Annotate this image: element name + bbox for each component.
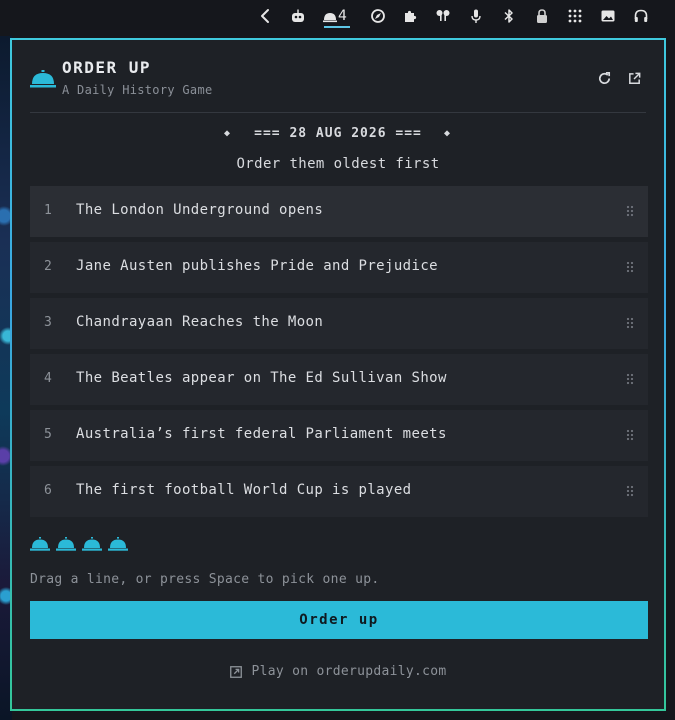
compass-icon[interactable]	[368, 6, 388, 26]
service-bell-tab-button[interactable]: 4	[322, 6, 352, 26]
lives-remaining	[30, 537, 128, 551]
drag-handle-icon[interactable]	[626, 261, 634, 273]
life-bell-icon	[82, 537, 102, 551]
lock-icon[interactable]	[532, 6, 552, 26]
refresh-button[interactable]	[594, 68, 614, 88]
image-icon[interactable]	[598, 6, 618, 26]
instruction-text: Order them oldest first	[236, 156, 440, 172]
diamond-ornament-right: ◆	[444, 128, 451, 139]
event-row[interactable]: 4 The Beatles appear on The Ed Sullivan …	[30, 354, 648, 405]
event-row[interactable]: 2 Jane Austen publishes Pride and Prejud…	[30, 242, 648, 293]
event-text: Chandrayaan Reaches the Moon	[76, 314, 324, 330]
event-text: The first football World Cup is played	[76, 482, 412, 498]
event-number: 1	[44, 203, 52, 218]
order-up-button[interactable]: Order up	[30, 601, 648, 639]
app-title: ORDER UP	[62, 58, 152, 77]
event-row[interactable]: 6 The first football World Cup is played	[30, 466, 648, 517]
browser-toolbar: 4	[0, 0, 675, 34]
active-tab-count: 4	[338, 8, 347, 24]
grid-dots-icon[interactable]	[565, 6, 585, 26]
drag-handle-icon[interactable]	[626, 205, 634, 217]
service-bell-icon	[30, 70, 56, 88]
event-number: 5	[44, 427, 52, 442]
back-arrow-icon[interactable]	[256, 6, 276, 26]
event-number: 4	[44, 371, 52, 386]
app-subtitle: A Daily History Game	[62, 83, 213, 97]
service-bell-icon	[323, 13, 337, 23]
active-indicator	[324, 26, 350, 28]
open-external-button[interactable]	[624, 68, 644, 88]
airpods-icon[interactable]	[433, 6, 453, 26]
event-text: The London Underground opens	[76, 202, 324, 218]
life-bell-icon	[56, 537, 76, 551]
bluetooth-icon[interactable]	[499, 6, 519, 26]
event-number: 3	[44, 315, 52, 330]
drag-handle-icon[interactable]	[626, 317, 634, 329]
headphones-icon[interactable]	[631, 6, 651, 26]
drag-handle-icon[interactable]	[626, 373, 634, 385]
event-text: The Beatles appear on The Ed Sullivan Sh…	[76, 370, 447, 386]
event-number: 2	[44, 259, 52, 274]
event-row[interactable]: 1 The London Underground opens	[30, 186, 648, 237]
drag-handle-icon[interactable]	[626, 429, 634, 441]
play-on-site-label: Play on orderupdaily.com	[251, 664, 447, 679]
drag-handle-icon[interactable]	[626, 485, 634, 497]
external-link-icon	[230, 665, 243, 678]
hint-text: Drag a line, or press Space to pick one …	[30, 572, 380, 587]
event-text: Australia’s first federal Parliament mee…	[76, 426, 447, 442]
event-list: 1 The London Underground opens 2 Jane Au…	[30, 186, 648, 522]
event-row[interactable]: 3 Chandrayaan Reaches the Moon	[30, 298, 648, 349]
header-divider	[30, 112, 646, 113]
robot-icon[interactable]	[288, 6, 308, 26]
microphone-icon[interactable]	[466, 6, 486, 26]
play-on-site-link[interactable]: Play on orderupdaily.com	[12, 664, 664, 679]
life-bell-icon	[108, 537, 128, 551]
event-number: 6	[44, 483, 52, 498]
event-text: Jane Austen publishes Pride and Prejudic…	[76, 258, 438, 274]
order-up-popup: ORDER UP A Daily History Game ◆ === 28 A…	[10, 38, 666, 711]
refresh-icon	[598, 71, 610, 84]
life-bell-icon	[30, 537, 50, 551]
puzzle-extension-icon[interactable]	[400, 6, 420, 26]
external-link-icon	[628, 72, 640, 84]
event-row[interactable]: 5 Australia’s first federal Parliament m…	[30, 410, 648, 461]
date-line: === 28 AUG 2026 ===	[254, 126, 422, 141]
